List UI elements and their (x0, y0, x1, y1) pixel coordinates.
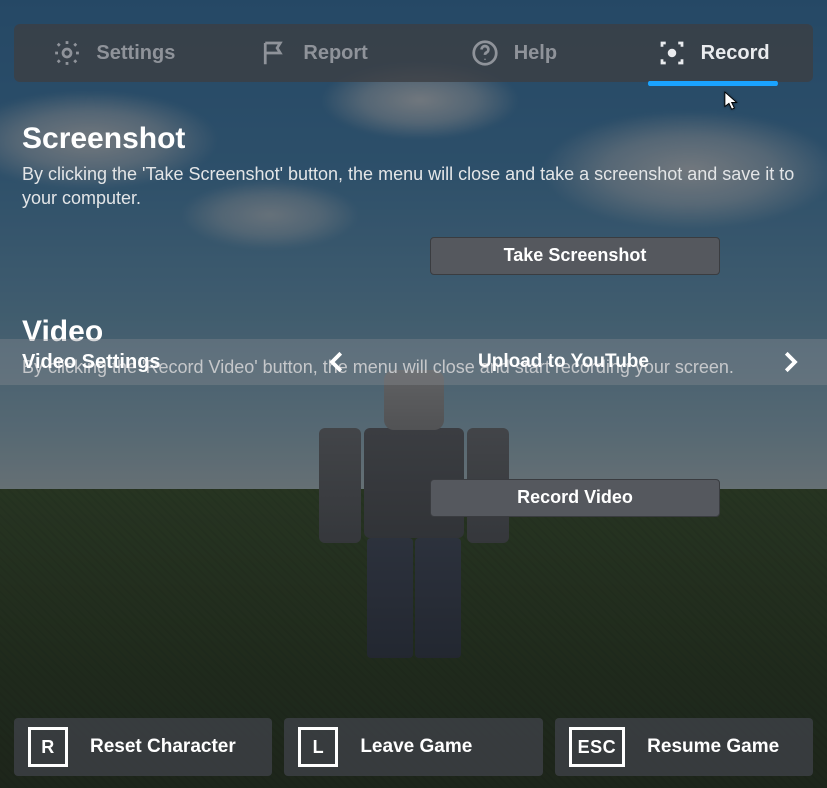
screenshot-heading: Screenshot (22, 122, 805, 156)
button-label: Reset Character (90, 736, 236, 758)
keycap: L (298, 727, 338, 767)
record-video-button[interactable]: Record Video (430, 479, 720, 517)
record-icon (657, 38, 687, 68)
leave-game-button[interactable]: L Leave Game (284, 718, 542, 776)
help-icon (470, 38, 500, 68)
tab-report[interactable]: Report (214, 24, 414, 82)
tab-label: Help (514, 42, 557, 65)
screenshot-description: By clicking the 'Take Screenshot' button… (22, 162, 805, 211)
chevron-left-icon[interactable] (322, 347, 352, 377)
chevron-right-icon[interactable] (775, 347, 805, 377)
resume-game-button[interactable]: ESC Resume Game (555, 718, 813, 776)
record-panel: Screenshot By clicking the 'Take Screens… (0, 82, 827, 788)
keycap: ESC (569, 727, 626, 767)
tab-label: Report (303, 42, 367, 65)
reset-character-button[interactable]: R Reset Character (14, 718, 272, 776)
take-screenshot-button[interactable]: Take Screenshot (430, 237, 720, 275)
tab-help[interactable]: Help (414, 24, 614, 82)
menu-overlay: Settings Report Help Record (0, 0, 827, 788)
gear-icon (52, 38, 82, 68)
tab-bar: Settings Report Help Record (14, 24, 813, 82)
bottom-bar: R Reset Character L Leave Game ESC Resum… (14, 718, 813, 776)
tab-settings[interactable]: Settings (14, 24, 214, 82)
video-settings-value: Upload to YouTube (478, 351, 649, 373)
video-settings-row: Video Settings Upload to YouTube (0, 339, 827, 385)
tab-label: Record (701, 42, 770, 65)
button-label: Leave Game (360, 736, 472, 758)
tab-record[interactable]: Record (613, 24, 813, 82)
flag-icon (259, 38, 289, 68)
keycap: R (28, 727, 68, 767)
video-settings-label: Video Settings (22, 351, 322, 374)
tab-label: Settings (96, 42, 175, 65)
button-label: Resume Game (647, 736, 779, 758)
